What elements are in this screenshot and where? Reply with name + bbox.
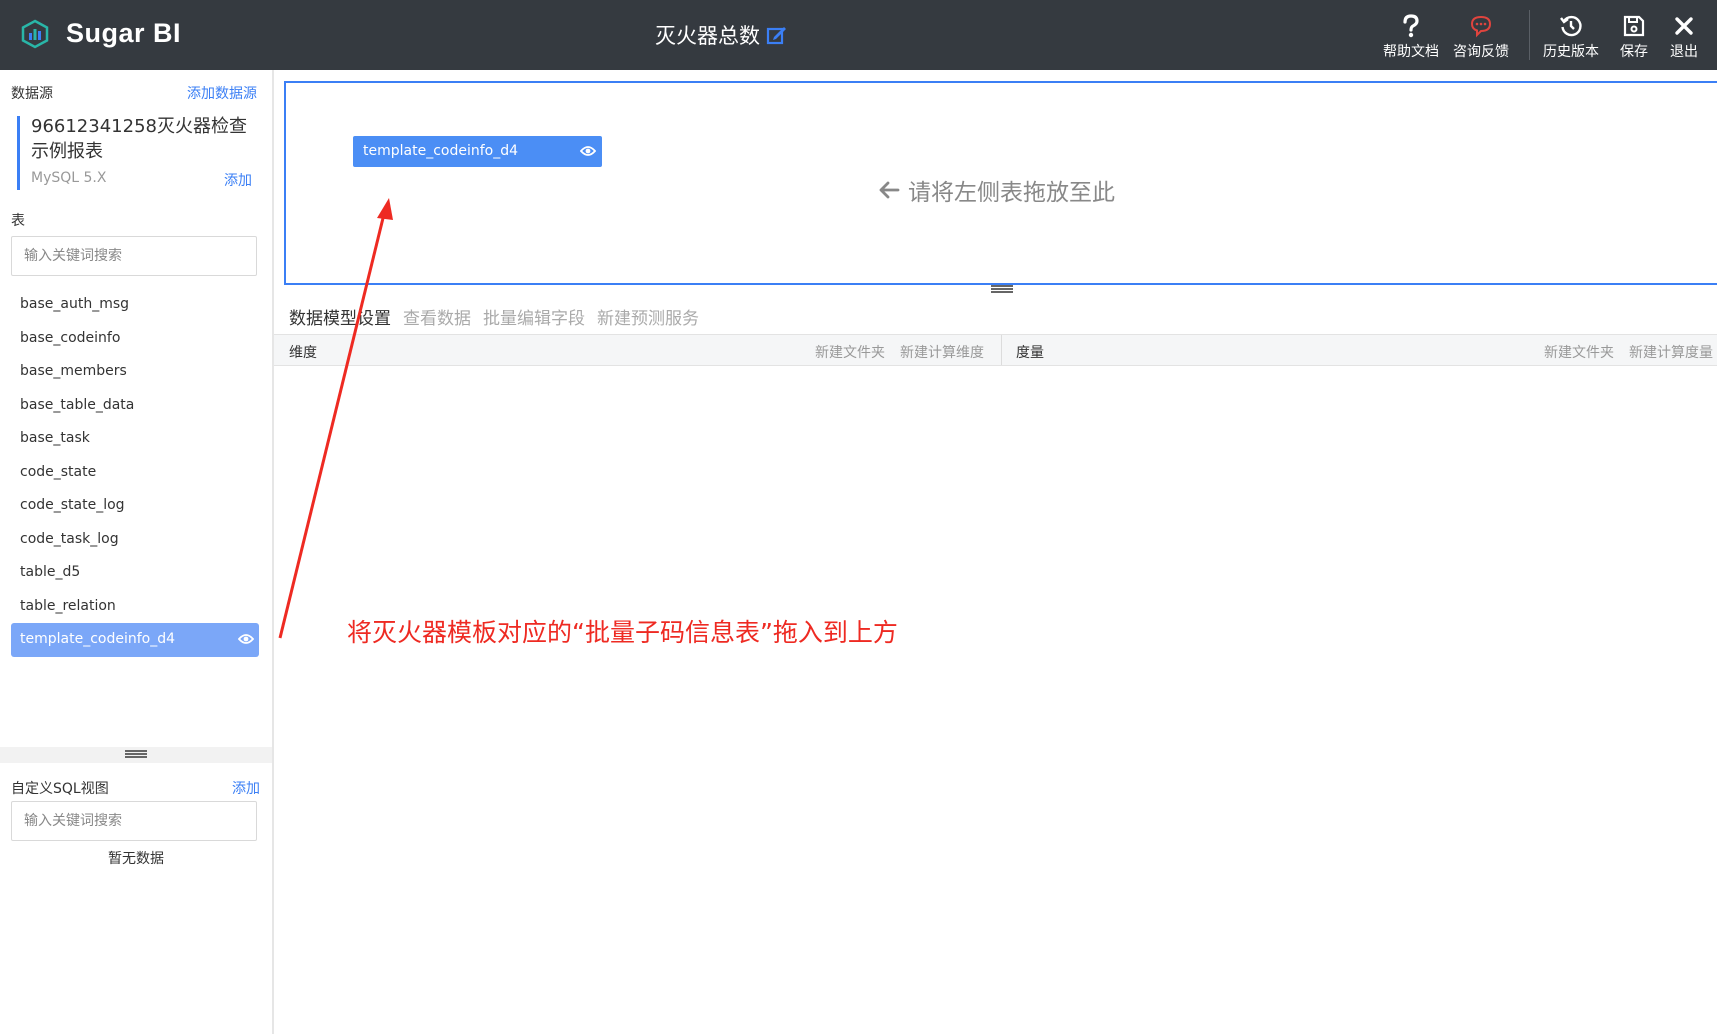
annotation-arrow	[278, 198, 393, 639]
annotation-text: 将灭火器模板对应的“批量子码信息表”拖入到上方	[347, 618, 898, 647]
